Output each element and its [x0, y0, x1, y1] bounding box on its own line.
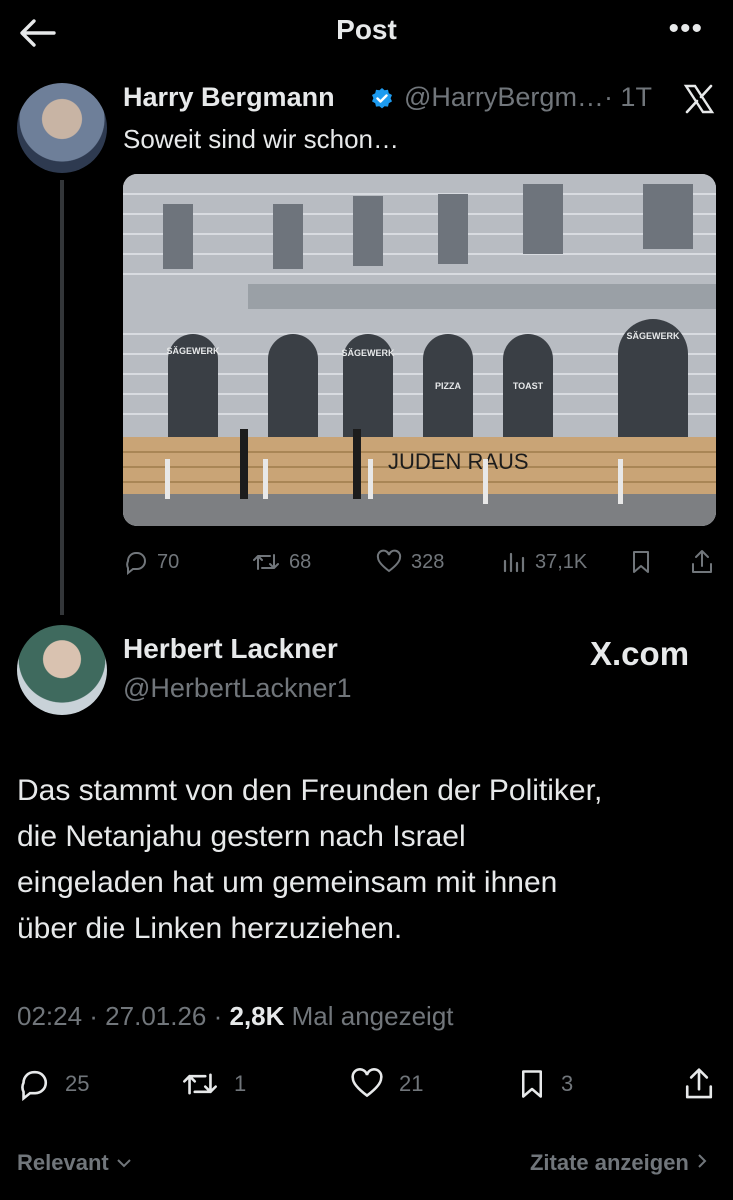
author-handle[interactable]: @HerbertLackner1	[123, 673, 352, 704]
bookmark-button[interactable]	[629, 545, 661, 579]
bookmark-count: 3	[561, 1071, 574, 1096]
reply-count: 25	[65, 1071, 90, 1096]
post-action-bar: 25 1 21 3	[17, 1064, 717, 1104]
like-button[interactable]: 328	[375, 545, 444, 579]
author-name[interactable]: Herbert Lackner	[123, 633, 338, 665]
shop-sign: SÄGEWERK	[166, 346, 220, 356]
repost-button[interactable]: 68	[251, 545, 311, 579]
sort-relevant-dropdown[interactable]: Relevant	[17, 1150, 133, 1176]
reply-button[interactable]: 70	[123, 545, 179, 579]
more-options-icon[interactable]: •••	[668, 12, 703, 46]
share-icon	[685, 1068, 713, 1099]
avatar[interactable]	[17, 625, 107, 715]
top-bar: Post •••	[0, 0, 733, 66]
post-metadata: 02:24 · 27.01.26 · 2,8K Mal angezeigt	[17, 1001, 454, 1032]
menu-label: TOAST	[513, 381, 544, 391]
avatar[interactable]	[17, 83, 107, 173]
reply-icon	[126, 552, 146, 575]
heart-icon	[376, 549, 402, 573]
post-text: Das stammt von den Freunden der Politike…	[17, 774, 603, 945]
shop-sign: SÄGEWERK	[626, 331, 680, 341]
like-button[interactable]: 21	[349, 1064, 423, 1104]
menu-label: PIZZA	[435, 381, 461, 391]
chevron-right-icon	[698, 1154, 707, 1168]
share-icon	[692, 550, 712, 573]
repost-icon	[253, 554, 279, 570]
x-com-logo: X.com	[590, 635, 690, 672]
views-button[interactable]: 37,1K	[501, 545, 587, 579]
reply-icon	[21, 1070, 48, 1101]
post-timestamp[interactable]: 02:24 · 27.01.26 ·	[17, 1001, 229, 1031]
view-quotes-link[interactable]: Zitate anzeigen	[530, 1150, 709, 1176]
like-count: 328	[411, 550, 445, 573]
repost-count: 1	[234, 1071, 247, 1096]
thread-line	[60, 180, 64, 615]
author-name[interactable]: Harry Bergmann	[123, 82, 335, 113]
view-count: 2,8K	[229, 1001, 285, 1031]
reply-count: 70	[157, 550, 180, 573]
post-image[interactable]: SÄGEWERK SÄGEWERK PIZZA TOAST SÄGEWERK J…	[123, 174, 716, 526]
heart-icon	[351, 1068, 383, 1098]
x-logo-icon	[683, 84, 715, 114]
views-count: 37,1K	[535, 550, 588, 573]
repost-icon	[183, 1073, 217, 1095]
author-handle[interactable]: @HarryBergm…· 1T	[404, 82, 652, 113]
share-button[interactable]	[689, 545, 723, 579]
reply-button[interactable]: 25	[17, 1064, 89, 1104]
verified-badge-icon	[372, 88, 392, 109]
views-icon	[503, 552, 525, 573]
graffiti-text: JUDEN RAUS	[388, 449, 529, 474]
repost-count: 68	[289, 550, 312, 573]
views-label: Mal angezeigt	[284, 1001, 454, 1031]
quoted-action-bar: 70 68 328 37,1K	[123, 545, 716, 579]
post-text: Soweit sind wir schon…	[123, 124, 399, 154]
repost-button[interactable]: 1	[180, 1064, 246, 1104]
bookmark-icon	[633, 551, 649, 573]
chevron-down-icon	[117, 1159, 131, 1168]
page-title: Post	[336, 14, 397, 45]
share-button[interactable]	[682, 1064, 730, 1104]
bookmark-icon	[522, 1070, 542, 1098]
bookmark-button[interactable]: 3	[517, 1064, 573, 1104]
like-count: 21	[399, 1071, 424, 1096]
shop-sign: SÄGEWERK	[341, 348, 395, 358]
